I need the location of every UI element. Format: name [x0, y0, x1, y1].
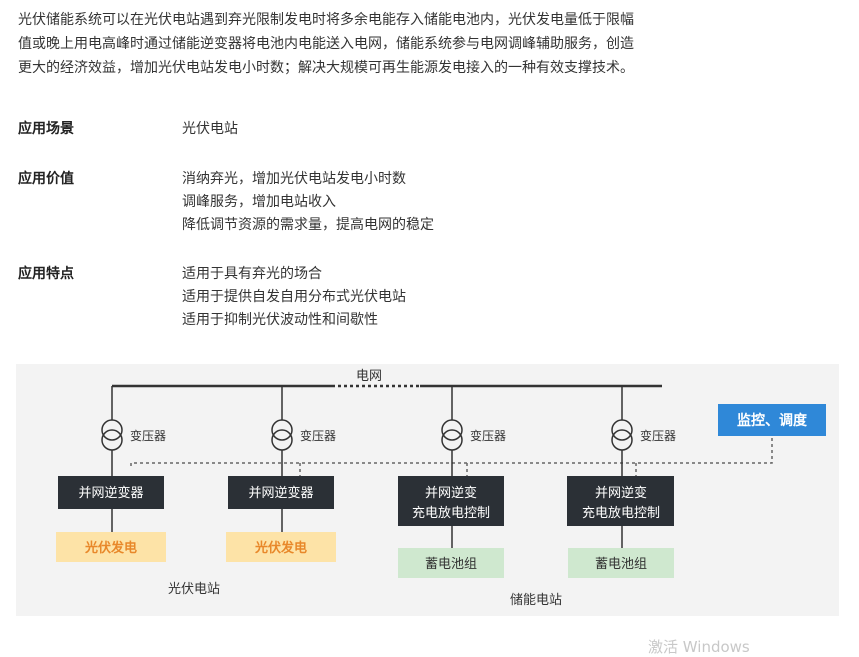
monitor-label: 监控、调度 — [737, 412, 808, 429]
branch-storage-1: 变压器 并网逆变 充电放电控制 蓄电池组 — [398, 386, 506, 578]
section-values: 光伏电站 — [182, 118, 782, 141]
section-label: 应用特点 — [18, 266, 74, 282]
section-label: 应用场景 — [18, 121, 74, 137]
intro-line: 值或晚上用电高峰时通过储能逆变器将电池内电能送入电网，储能系统参与电网调峰辅助服… — [18, 36, 634, 52]
pv-label: 光伏发电 — [84, 540, 137, 556]
transformer-label: 变压器 — [470, 428, 506, 443]
branch-storage-2: 变压器 并网逆变 充电放电控制 蓄电池组 — [567, 386, 676, 578]
transformer-label: 变压器 — [130, 428, 166, 443]
grid-label: 电网 — [356, 369, 382, 384]
pv-station-label: 光伏电站 — [168, 582, 220, 597]
transformer-label: 变压器 — [640, 428, 676, 443]
section-value: 降低调节资源的需求量，提高电网的稳定 — [182, 217, 434, 233]
intro-line: 光伏储能系统可以在光伏电站遇到弃光限制发电时将多余电能存入储能电池内，光伏发电量… — [18, 12, 634, 28]
section-value: 适用于抑制光伏波动性和间歇性 — [182, 312, 378, 328]
section-value: 消纳弃光，增加光伏电站发电小时数 — [182, 171, 406, 187]
battery-label: 蓄电池组 — [425, 557, 477, 572]
section-values: 适用于具有弃光的场合 适用于提供自发自用分布式光伏电站 适用于抑制光伏波动性和间… — [182, 263, 782, 332]
storage-inverter-line: 充电放电控制 — [412, 505, 490, 521]
inverter-label: 并网逆变器 — [78, 485, 143, 501]
branch-pv-2: 变压器 并网逆变器 光伏发电 — [226, 386, 336, 562]
storage-inverter-line: 并网逆变 — [425, 485, 477, 501]
battery-label: 蓄电池组 — [595, 557, 647, 572]
branch-pv-1: 变压器 并网逆变器 光伏发电 — [56, 386, 166, 562]
section-values: 消纳弃光，增加光伏电站发电小时数 调峰服务，增加电站收入 降低调节资源的需求量，… — [182, 168, 782, 237]
storage-inverter-line: 并网逆变 — [595, 485, 647, 501]
diagram-svg: 电网 监控、调度 变压器 并网逆变器 光伏发电 变压器 并网逆变器 光伏发电 变… — [56, 369, 826, 608]
storage-inverter-line: 充电放电控制 — [582, 505, 660, 521]
intro-paragraph: 光伏储能系统可以在光伏电站遇到弃光限制发电时将多余电能存入储能电池内，光伏发电量… — [18, 8, 838, 80]
section-label: 应用价值 — [18, 171, 74, 187]
inverter-label: 并网逆变器 — [248, 485, 313, 501]
intro-line: 更大的经济效益，增加光伏电站发电小时数；解决大规模可再生能源发电接入的一种有效支… — [18, 60, 634, 76]
pv-label: 光伏发电 — [254, 540, 307, 556]
section-value: 调峰服务，增加电站收入 — [182, 194, 336, 210]
section-value: 适用于具有弃光的场合 — [182, 266, 322, 282]
storage-station-label: 储能电站 — [510, 593, 562, 608]
section-value: 适用于提供自发自用分布式光伏电站 — [182, 289, 406, 305]
system-diagram: 电网 监控、调度 变压器 并网逆变器 光伏发电 变压器 并网逆变器 光伏发电 变… — [16, 364, 839, 616]
section-value: 光伏电站 — [182, 121, 238, 137]
transformer-label: 变压器 — [300, 428, 336, 443]
